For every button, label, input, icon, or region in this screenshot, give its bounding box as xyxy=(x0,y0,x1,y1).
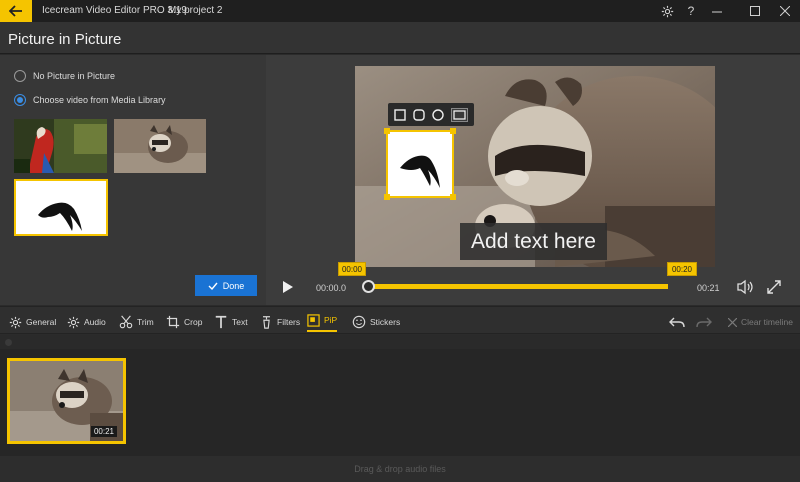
text-icon xyxy=(215,315,227,329)
total-time: 00:21 xyxy=(697,283,720,293)
media-thumbnail-raccoon[interactable] xyxy=(114,119,206,173)
no-pip-radio[interactable] xyxy=(14,70,26,82)
fullscreen-icon xyxy=(767,280,781,294)
maximize-icon xyxy=(750,6,760,16)
square-shape-icon[interactable] xyxy=(394,108,407,121)
no-pip-label[interactable]: No Picture in Picture xyxy=(33,71,115,81)
maximize-button[interactable] xyxy=(746,2,764,20)
filters-icon xyxy=(263,316,270,329)
tab-trim[interactable]: Trim xyxy=(119,312,154,332)
trim-end-label: 00:20 xyxy=(671,264,693,274)
editing-tools-bar: General Audio Trim Crop Text Filters PiP… xyxy=(0,306,800,334)
tab-text[interactable]: Text xyxy=(214,312,248,332)
crop-icon xyxy=(166,315,180,329)
trim-start-label: 00:00 xyxy=(341,264,363,274)
checkmark-icon xyxy=(208,282,218,290)
redo-button[interactable] xyxy=(696,312,712,332)
pip-shape-toolbar xyxy=(388,103,474,126)
trim-start-marker[interactable]: 00:00 xyxy=(338,262,366,276)
app-title: Icecream Video Editor PRO 3.19 xyxy=(42,5,187,16)
tab-stickers[interactable]: Stickers xyxy=(352,312,400,332)
undo-button[interactable] xyxy=(669,312,685,332)
tab-general[interactable]: General xyxy=(9,312,56,332)
audio-settings-icon xyxy=(67,316,80,328)
timeline: 00:21 Drag & drop audio files xyxy=(0,335,800,482)
audio-track[interactable]: Drag & drop audio files xyxy=(0,456,800,482)
text-overlay-label: Add text here xyxy=(471,229,596,253)
current-time: 00:00.0 xyxy=(316,283,347,293)
tab-pip-label: PiP xyxy=(324,315,338,325)
fullscreen-button[interactable] xyxy=(766,279,782,295)
tab-pip[interactable]: PiP xyxy=(307,312,338,332)
resize-handle[interactable] xyxy=(450,128,456,134)
tab-filters[interactable]: Filters xyxy=(260,312,300,332)
tab-trim-label: Trim xyxy=(137,317,154,327)
close-icon xyxy=(728,317,737,327)
gear-icon xyxy=(9,316,22,328)
circle-shape-icon[interactable] xyxy=(432,108,444,121)
undo-icon xyxy=(669,317,685,328)
text-overlay[interactable]: Add text here xyxy=(460,223,607,260)
close-button[interactable] xyxy=(776,2,794,20)
title-separator: - xyxy=(156,5,160,16)
resize-handle[interactable] xyxy=(384,128,390,134)
settings-button[interactable] xyxy=(658,2,676,20)
volume-button[interactable] xyxy=(736,279,754,295)
project-name: My project 2 xyxy=(168,5,223,16)
redo-icon xyxy=(696,317,712,328)
page-title: Picture in Picture xyxy=(8,31,122,48)
tab-general-label: General xyxy=(26,317,57,327)
pip-overlay-frame[interactable] xyxy=(384,128,456,200)
play-button[interactable] xyxy=(280,279,296,295)
resize-handle[interactable] xyxy=(450,194,456,200)
tab-crop-label: Crop xyxy=(184,317,203,327)
timeline-ruler[interactable] xyxy=(0,335,800,349)
media-thumbnail-parrot[interactable] xyxy=(14,119,107,173)
done-label: Done xyxy=(222,280,245,291)
gear-icon xyxy=(661,5,673,17)
tab-audio[interactable]: Audio xyxy=(67,312,106,332)
minimize-button[interactable] xyxy=(708,2,726,20)
rounded-shape-icon[interactable] xyxy=(413,108,425,121)
tab-text-label: Text xyxy=(232,317,248,327)
minimize-icon xyxy=(712,11,722,13)
seek-handle[interactable] xyxy=(362,280,375,293)
tab-filters-label: Filters xyxy=(277,317,301,327)
close-icon xyxy=(780,6,790,16)
video-preview-area: Add text here 00:00 00:20 00:00.0 00:21 xyxy=(266,55,800,305)
video-clip[interactable]: 00:21 xyxy=(7,358,126,444)
choose-video-radio[interactable] xyxy=(14,94,26,106)
resize-handle[interactable] xyxy=(384,194,390,200)
clip-duration: 00:21 xyxy=(90,426,117,437)
page-header: Picture in Picture xyxy=(0,22,800,54)
smiley-icon xyxy=(352,315,366,329)
clear-timeline-button[interactable]: Clear timeline xyxy=(728,312,793,332)
title-bar: Icecream Video Editor PRO 3.19 - My proj… xyxy=(0,0,800,22)
tab-crop[interactable]: Crop xyxy=(166,312,202,332)
audio-drop-hint: Drag & drop audio files xyxy=(354,464,446,474)
media-thumbnail-bird-silhouette[interactable] xyxy=(14,179,108,236)
tab-audio-label: Audio xyxy=(84,317,106,327)
rectangle-shape-icon[interactable] xyxy=(450,107,468,122)
scissors-icon xyxy=(119,315,133,329)
pip-options-panel: No Picture in Picture Choose video from … xyxy=(0,55,266,305)
tab-stickers-label: Stickers xyxy=(370,317,401,327)
clear-timeline-label: Clear timeline xyxy=(741,317,793,327)
choose-video-label[interactable]: Choose video from Media Library xyxy=(33,95,166,105)
video-frame: Add text here xyxy=(355,66,715,267)
trim-end-marker[interactable]: 00:20 xyxy=(667,262,697,276)
seek-bar[interactable] xyxy=(367,284,668,289)
back-button[interactable] xyxy=(0,0,32,22)
play-icon xyxy=(283,281,293,293)
done-button[interactable]: Done xyxy=(195,275,257,296)
playhead-indicator[interactable] xyxy=(5,339,12,346)
help-button[interactable]: ? xyxy=(682,2,700,20)
arrow-left-icon xyxy=(9,5,22,17)
speaker-icon xyxy=(737,279,753,295)
pip-icon xyxy=(307,313,320,327)
help-label: ? xyxy=(687,4,695,18)
